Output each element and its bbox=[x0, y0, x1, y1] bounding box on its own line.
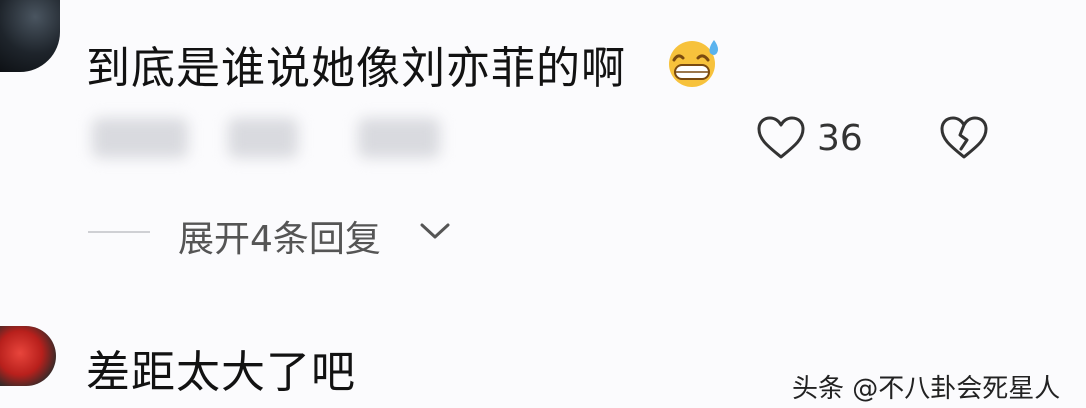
avatar[interactable] bbox=[0, 0, 60, 72]
broken-heart-icon[interactable] bbox=[939, 116, 989, 160]
heart-outline-icon[interactable] bbox=[756, 116, 806, 160]
watermark: 头条 @不八卦会死星人 bbox=[792, 374, 1061, 404]
like-count: 36 bbox=[817, 118, 863, 159]
avatar[interactable] bbox=[0, 326, 56, 386]
blurred-reply-button bbox=[358, 118, 440, 158]
divider bbox=[88, 231, 150, 233]
blurred-timestamp bbox=[92, 118, 188, 158]
grinning-sweat-emoji bbox=[669, 40, 718, 87]
blurred-location bbox=[228, 118, 298, 158]
chevron-down-icon[interactable] bbox=[418, 220, 452, 242]
expand-replies-button[interactable]: 展开4条回复 bbox=[178, 210, 381, 262]
comment-text: 差距太大了吧 bbox=[86, 347, 356, 398]
comment-text: 到底是谁说她像刘亦菲的啊 bbox=[86, 43, 626, 94]
